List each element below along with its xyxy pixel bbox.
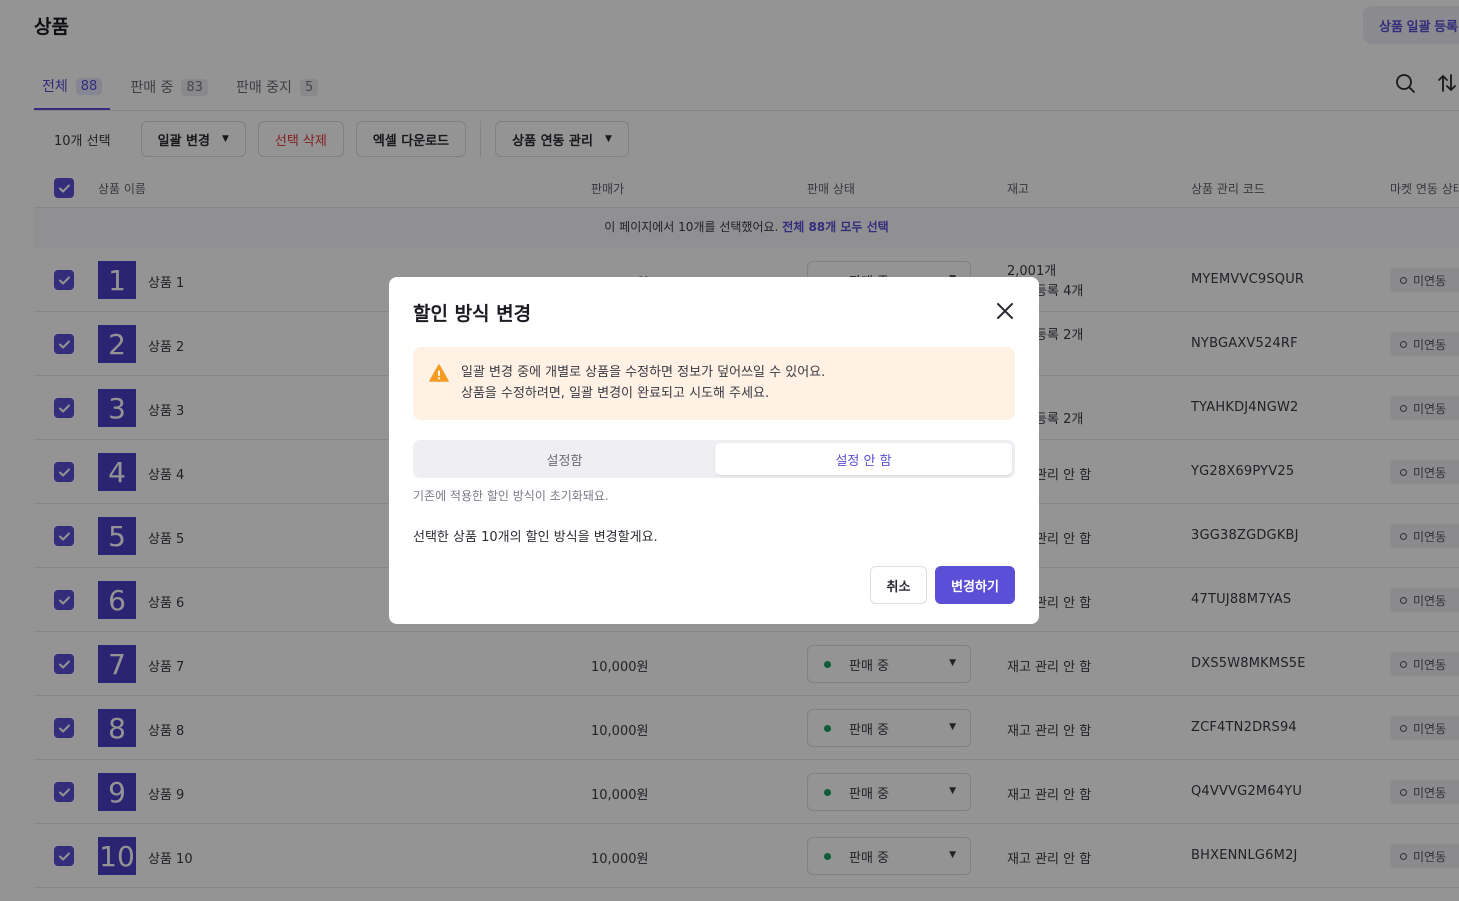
option-enabled[interactable]: 설정함 xyxy=(416,443,713,475)
discount-setting-toggle: 설정함 설정 안 함 xyxy=(413,440,1015,478)
reset-hint: 기존에 적용한 할인 방식이 초기화돼요. xyxy=(413,489,609,503)
option-disabled[interactable]: 설정 안 함 xyxy=(715,443,1012,475)
change-description: 선택한 상품 10개의 할인 방식을 변경할게요. xyxy=(413,530,658,545)
discount-method-modal: 할인 방식 변경 일괄 변경 중에 개별로 상품을 수정하면 정보가 덮어쓰일 … xyxy=(389,277,1039,624)
warning-line-1: 일괄 변경 중에 개별로 상품을 수정하면 정보가 덮어쓰일 수 있어요. xyxy=(461,365,826,380)
warning-banner: 일괄 변경 중에 개별로 상품을 수정하면 정보가 덮어쓰일 수 있어요. 상품… xyxy=(413,347,1015,420)
close-icon[interactable] xyxy=(993,299,1017,323)
warning-line-2: 상품을 수정하려면, 일괄 변경이 완료되고 시도해 주세요. xyxy=(461,386,770,401)
warning-icon xyxy=(429,364,449,382)
cancel-button[interactable]: 취소 xyxy=(870,566,927,604)
confirm-button[interactable]: 변경하기 xyxy=(935,566,1015,604)
modal-title: 할인 방식 변경 xyxy=(413,303,532,325)
